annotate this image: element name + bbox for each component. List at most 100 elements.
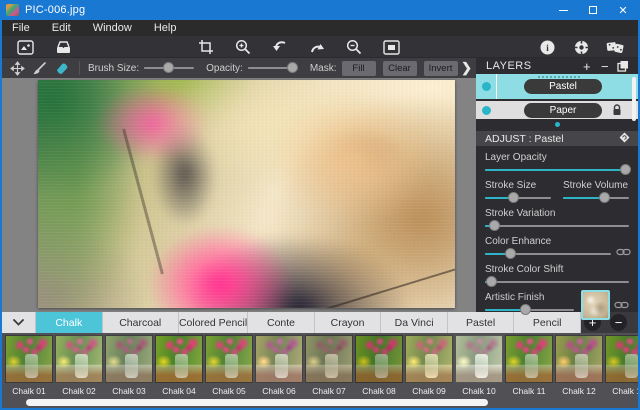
menu-edit[interactable]: Edit — [41, 20, 82, 36]
menu-window[interactable]: Window — [82, 20, 143, 36]
canvas-area[interactable] — [2, 78, 476, 312]
close-button[interactable]: ✕ — [608, 0, 638, 20]
preset-thumbnail-item[interactable]: Chalk 10 — [455, 335, 503, 396]
preset-thumbnail-item[interactable]: Chalk 03 — [105, 335, 153, 396]
page-indicator-dot — [554, 122, 560, 127]
layer-drag-grip[interactable] — [538, 76, 582, 78]
preset-thumbnail-image[interactable] — [255, 335, 303, 383]
layers-scrollbar[interactable] — [632, 77, 636, 121]
stroke-color-shift-slider[interactable] — [485, 276, 629, 289]
mask-fill-button[interactable]: Fill — [341, 60, 376, 76]
slider-knob[interactable] — [519, 304, 531, 315]
slider-knob[interactable] — [508, 192, 520, 203]
preset-thumbnail-image[interactable] — [505, 335, 553, 383]
duplicate-layer-icon[interactable] — [614, 60, 632, 72]
layer-row-pastel[interactable]: Pastel — [476, 74, 638, 99]
reset-adjust-icon[interactable] — [618, 131, 631, 147]
strip-scroll-track[interactable] — [2, 397, 638, 408]
eraser-tool-icon[interactable] — [53, 60, 69, 76]
preset-thumbnail-item[interactable]: Chalk 02 — [55, 335, 103, 396]
strip-scrollbar-thumb[interactable] — [26, 399, 488, 406]
mask-invert-button[interactable]: Invert — [423, 60, 458, 76]
stroke-size-slider[interactable] — [485, 192, 551, 205]
opacity-knob[interactable] — [286, 61, 298, 73]
preset-thumbnail-item[interactable]: Chalk 12 — [555, 335, 603, 396]
maximize-button[interactable] — [578, 0, 608, 20]
preset-thumbnail-item[interactable]: Chalk 01 — [5, 335, 53, 396]
preset-thumbnail-label: Chalk 04 — [162, 386, 196, 396]
preset-thumbnail-item[interactable]: Chalk 06 — [255, 335, 303, 396]
style-tab[interactable]: Colored Pencil — [178, 312, 249, 333]
opacity-slider[interactable] — [247, 61, 298, 75]
move-tool-icon[interactable] — [9, 60, 25, 76]
menu-help[interactable]: Help — [143, 20, 188, 36]
preset-thumbnail-item[interactable]: Chalk 13 — [605, 335, 638, 396]
preset-thumbnail-image[interactable] — [155, 335, 203, 383]
layer-name[interactable]: Paper — [524, 102, 602, 118]
collapse-panel-chevron-icon[interactable]: ❯ — [461, 60, 472, 76]
preset-thumbnail-image[interactable] — [355, 335, 403, 383]
add-layer-button[interactable]: + — [578, 59, 596, 74]
menu-file[interactable]: File — [2, 20, 41, 36]
preset-thumbnail-image[interactable] — [305, 335, 353, 383]
slider-knob[interactable] — [598, 192, 610, 203]
settings-target-icon[interactable] — [572, 38, 590, 56]
preset-thumbnail-item[interactable]: Chalk 07 — [305, 335, 353, 396]
style-tab[interactable]: Crayon — [314, 312, 382, 333]
preset-thumbnail-item[interactable]: Chalk 08 — [355, 335, 403, 396]
artistic-finish-texture-thumbnail[interactable] — [580, 290, 610, 320]
preset-thumbnail-image[interactable] — [555, 335, 603, 383]
stroke-volume-slider[interactable] — [563, 192, 629, 205]
link-icon[interactable] — [614, 301, 629, 312]
remove-layer-button[interactable]: − — [596, 59, 614, 74]
link-icon[interactable] — [616, 248, 631, 259]
layer-name[interactable]: Pastel — [524, 79, 602, 94]
preset-thumbnail-item[interactable]: Chalk 09 — [405, 335, 453, 396]
zoom-in-icon[interactable] — [234, 38, 252, 56]
zoom-out-icon[interactable] — [345, 38, 363, 56]
preset-thumbnail-item[interactable]: Chalk 04 — [155, 335, 203, 396]
preset-thumbnail-image[interactable] — [455, 335, 503, 383]
slider-knob[interactable] — [505, 248, 517, 259]
slider-knob[interactable] — [485, 276, 497, 287]
stroke-variation-slider[interactable] — [485, 220, 629, 233]
brush-tool-icon[interactable] — [31, 60, 47, 76]
layer-opacity-slider[interactable] — [485, 164, 631, 177]
redo-icon[interactable] — [308, 38, 326, 56]
fit-image-icon[interactable] — [382, 38, 400, 56]
crop-icon[interactable] — [197, 38, 215, 56]
brush-size-slider[interactable] — [144, 61, 195, 75]
artistic-finish-slider[interactable] — [485, 304, 574, 317]
style-tab[interactable]: Da Vinci — [381, 312, 448, 333]
style-tab[interactable]: Conte — [248, 312, 315, 333]
style-tab[interactable]: Charcoal — [102, 312, 179, 333]
adjust-header: ADJUST : Pastel — [476, 131, 638, 146]
layer-visibility-toggle[interactable] — [481, 82, 491, 91]
preset-thumbnail-image[interactable] — [55, 335, 103, 383]
preset-thumbnail-image[interactable] — [405, 335, 453, 383]
slider-knob[interactable] — [488, 220, 500, 231]
style-tab[interactable]: Chalk — [36, 312, 103, 333]
preset-thumbnail-image[interactable] — [205, 335, 253, 383]
mask-clear-button[interactable]: Clear — [382, 60, 417, 76]
collapse-strip-chevron-icon[interactable] — [2, 312, 36, 333]
layer-visibility-toggle[interactable] — [482, 105, 491, 115]
preset-thumbnail-image[interactable] — [605, 335, 638, 383]
brush-size-knob[interactable] — [163, 61, 175, 73]
slider-knob[interactable] — [619, 164, 631, 175]
preset-thumbnail-image[interactable] — [5, 335, 53, 383]
lock-icon[interactable] — [612, 104, 622, 116]
color-enhance-slider[interactable] — [485, 248, 611, 261]
preset-thumbnail-item[interactable]: Chalk 05 — [205, 335, 253, 396]
save-icon[interactable] — [54, 38, 72, 56]
layer-row-paper[interactable]: Paper — [476, 101, 638, 119]
photo-preview[interactable] — [38, 80, 455, 308]
open-image-icon[interactable] — [16, 38, 34, 56]
undo-icon[interactable] — [271, 38, 289, 56]
preset-thumbnail-item[interactable]: Chalk 11 — [505, 335, 553, 396]
minimize-button[interactable] — [548, 0, 578, 20]
minimize-icon — [558, 9, 568, 11]
preset-thumbnail-image[interactable] — [105, 335, 153, 383]
info-icon[interactable]: i — [538, 38, 556, 56]
random-dice-icon[interactable] — [606, 38, 624, 56]
